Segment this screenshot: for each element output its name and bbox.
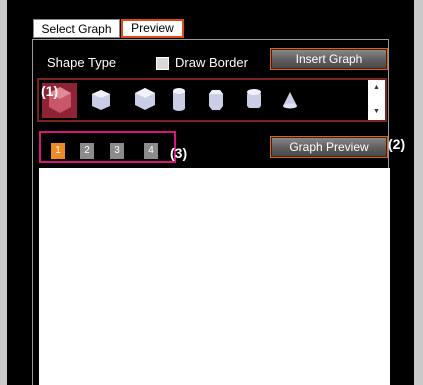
insert-graph-button[interactable]: Insert Graph [270, 48, 388, 70]
rounded-cylinder-icon[interactable] [245, 87, 263, 113]
scroll-up-arrow-icon[interactable]: ▲ [368, 82, 385, 94]
pentagonal-prism-icon[interactable] [90, 88, 112, 112]
right-window-edge [414, 0, 423, 385]
hexagon-cube-icon[interactable] [133, 86, 157, 112]
graph-preview-button[interactable]: Graph Preview [270, 136, 388, 158]
page-button-4[interactable]: 4 [144, 143, 158, 159]
shape-type-label: Shape Type [47, 55, 117, 70]
annotation-3: (3) [170, 145, 188, 161]
tab-select-graph[interactable]: Select Graph [33, 19, 120, 38]
graph-preview-area [39, 168, 390, 385]
shape-list-scrollbar[interactable]: ▲ ▼ [368, 80, 385, 120]
page-button-1[interactable]: 1 [51, 143, 65, 159]
scroll-down-arrow-icon[interactable]: ▼ [368, 106, 385, 118]
octagonal-prism-icon[interactable] [207, 88, 225, 112]
annotation-2: (2) [388, 136, 406, 152]
annotation-1: (1) [41, 83, 59, 99]
draw-border-checkbox[interactable] [156, 57, 169, 70]
cone-icon[interactable] [281, 90, 299, 110]
shape-type-list [37, 78, 387, 122]
tab-preview[interactable]: Preview [121, 19, 184, 38]
draw-border-label: Draw Border [175, 55, 248, 70]
page-button-2[interactable]: 2 [80, 143, 94, 159]
left-window-edge [0, 0, 7, 385]
cylinder-icon[interactable] [171, 86, 187, 112]
page-button-3[interactable]: 3 [110, 143, 124, 159]
